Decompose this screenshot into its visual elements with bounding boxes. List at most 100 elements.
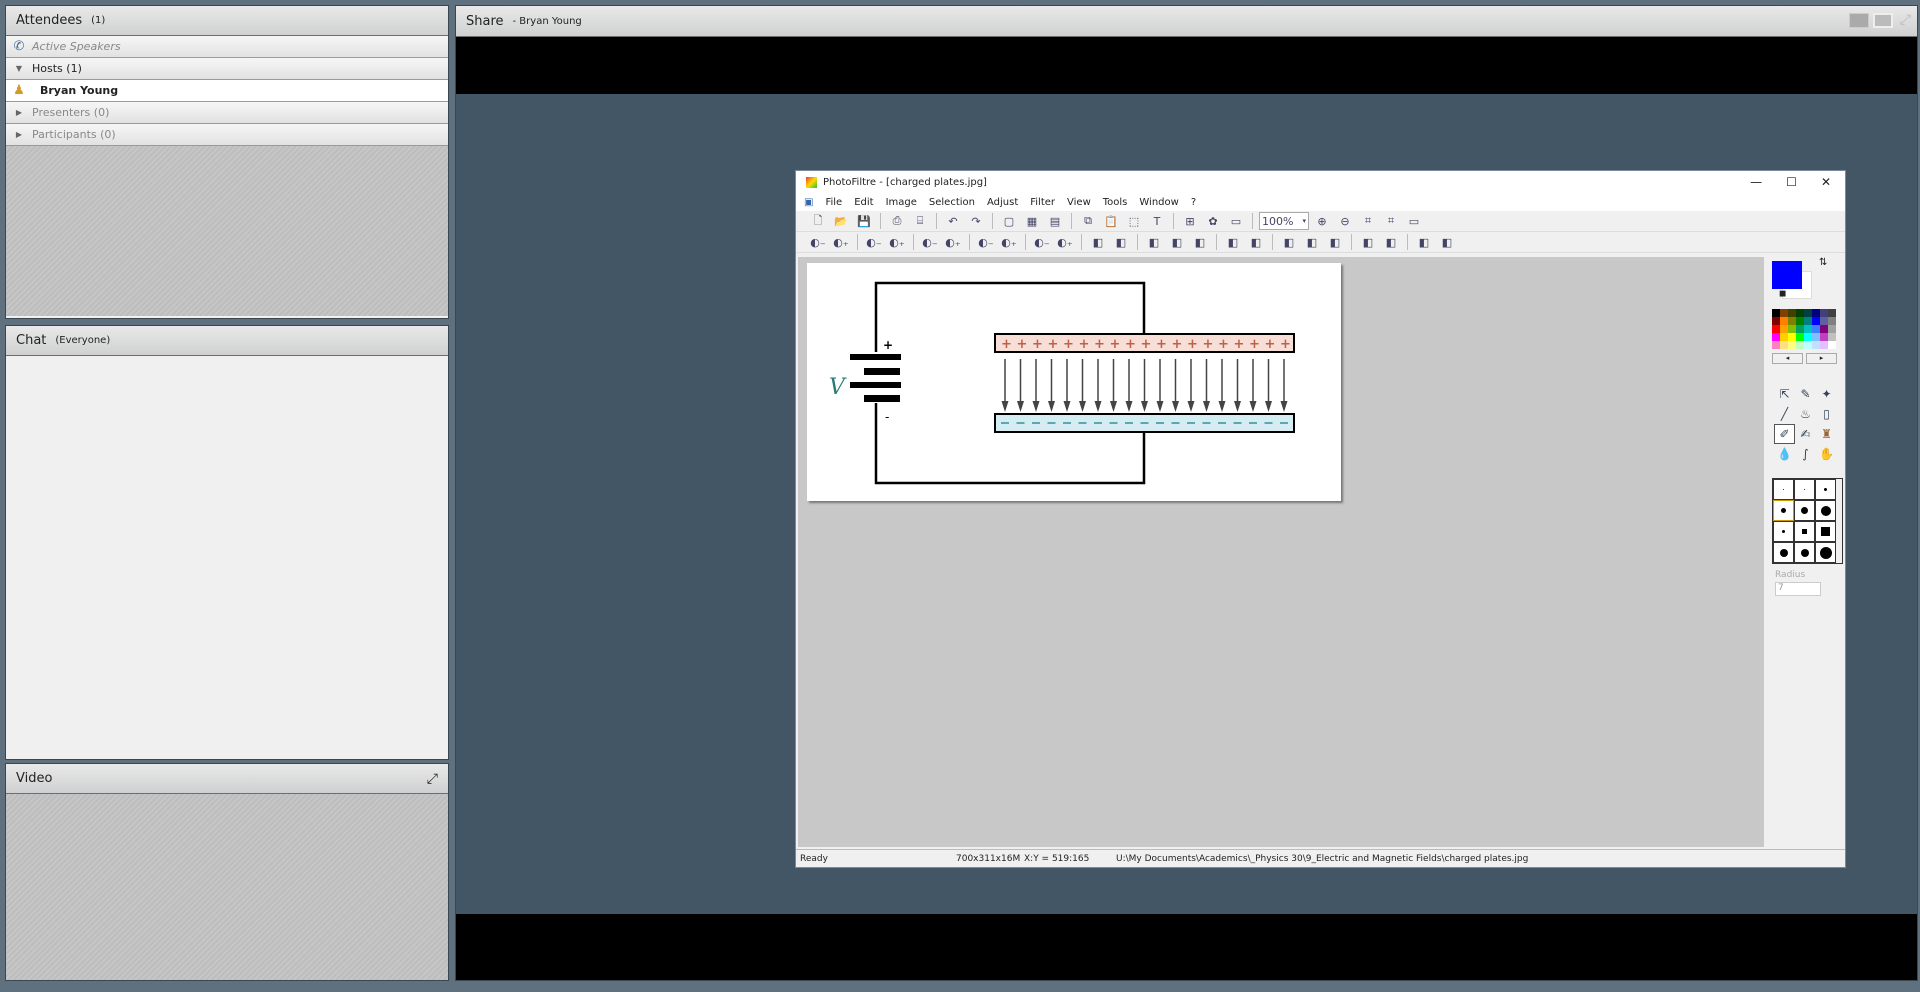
open-icon[interactable]: 📂 bbox=[831, 212, 851, 230]
menu-file[interactable]: File bbox=[825, 197, 842, 208]
crop-icon[interactable]: ⬚ bbox=[1124, 212, 1144, 230]
participants-group[interactable]: ▶ Participants (0) bbox=[6, 124, 448, 146]
stamp-tool-icon[interactable]: ♜ bbox=[1816, 424, 1837, 444]
duplicate-icon[interactable]: ◧ bbox=[1414, 233, 1434, 251]
brush-size-option[interactable] bbox=[1815, 500, 1836, 521]
save-icon[interactable]: 💾 bbox=[854, 212, 874, 230]
menu-help[interactable]: ? bbox=[1191, 197, 1196, 208]
sharpen-icon[interactable]: ◧ bbox=[1190, 233, 1210, 251]
window-icon[interactable]: ▭ bbox=[1226, 212, 1246, 230]
gradient-icon[interactable]: ◧ bbox=[1279, 233, 1299, 251]
brush-size-option[interactable] bbox=[1794, 542, 1815, 563]
brush-tool-icon[interactable]: ✐ bbox=[1774, 424, 1795, 444]
advanced-brush-tool-icon[interactable]: ✍ bbox=[1795, 424, 1816, 444]
palette-color-swatch[interactable] bbox=[1796, 325, 1804, 333]
gamma-minus-icon[interactable]: ◐₋ bbox=[1032, 233, 1052, 251]
mask-icon[interactable]: ▢ bbox=[999, 212, 1019, 230]
actual-size-icon[interactable]: ⌗ bbox=[1381, 212, 1401, 230]
palette-color-swatch[interactable] bbox=[1772, 317, 1780, 325]
document-icon[interactable]: ▣ bbox=[804, 197, 813, 208]
smudge-tool-icon[interactable]: ∫ bbox=[1795, 444, 1816, 464]
menu-adjust[interactable]: Adjust bbox=[987, 197, 1018, 208]
palette-color-swatch[interactable] bbox=[1796, 309, 1804, 317]
zoom-select[interactable]: 100% ▾ bbox=[1259, 212, 1309, 230]
brightness-minus-icon[interactable]: ◐₋ bbox=[864, 233, 884, 251]
fullscreen-icon[interactable]: ⤢ bbox=[427, 771, 438, 787]
levels-minus-icon[interactable]: ◐₋ bbox=[808, 233, 828, 251]
palette-color-swatch[interactable] bbox=[1788, 309, 1796, 317]
palette-color-swatch[interactable] bbox=[1780, 333, 1788, 341]
palette-color-swatch[interactable] bbox=[1796, 341, 1804, 349]
palette-color-swatch[interactable] bbox=[1804, 309, 1812, 317]
reset-colors-icon[interactable]: ◼ bbox=[1779, 289, 1786, 299]
gamma-plus-icon[interactable]: ◐₊ bbox=[1055, 233, 1075, 251]
sepia-icon[interactable]: ◧ bbox=[1111, 233, 1131, 251]
palette-color-swatch[interactable] bbox=[1780, 317, 1788, 325]
image-canvas[interactable]: V + - + + + + + + + + + + + + + + + + + + + bbox=[807, 263, 1341, 501]
scan-icon[interactable]: ⌸ bbox=[910, 212, 930, 230]
palette-color-swatch[interactable] bbox=[1788, 341, 1796, 349]
brightness-plus-icon[interactable]: ◐₊ bbox=[887, 233, 907, 251]
slideshow-icon[interactable]: ▭ bbox=[1404, 212, 1424, 230]
menu-view[interactable]: View bbox=[1067, 197, 1091, 208]
fill-tool-icon[interactable]: ♨ bbox=[1795, 404, 1816, 424]
palette-color-swatch[interactable] bbox=[1820, 341, 1828, 349]
palette-color-swatch[interactable] bbox=[1796, 333, 1804, 341]
fit-icon[interactable]: ⌗ bbox=[1358, 212, 1378, 230]
chevron-down-icon[interactable]: ▾ bbox=[1302, 212, 1306, 230]
filter-icon[interactable]: ▤ bbox=[1045, 212, 1065, 230]
palette-color-swatch[interactable] bbox=[1812, 317, 1820, 325]
brush-size-option[interactable] bbox=[1815, 521, 1836, 542]
soften-icon[interactable]: ◧ bbox=[1223, 233, 1243, 251]
menu-window[interactable]: Window bbox=[1139, 197, 1178, 208]
palette-color-swatch[interactable] bbox=[1820, 309, 1828, 317]
expand-down-icon[interactable]: ▼ bbox=[6, 64, 32, 73]
palette-color-swatch[interactable] bbox=[1828, 317, 1836, 325]
primary-color-swatch[interactable] bbox=[1772, 261, 1802, 289]
brush-size-option[interactable] bbox=[1794, 500, 1815, 521]
menu-image[interactable]: Image bbox=[886, 197, 917, 208]
negative-icon[interactable]: ◧ bbox=[1088, 233, 1108, 251]
zoom-in-icon[interactable]: ⊕ bbox=[1312, 212, 1332, 230]
text-icon[interactable]: T bbox=[1147, 212, 1167, 230]
blur-icon[interactable]: ◧ bbox=[1167, 233, 1187, 251]
palette-color-swatch[interactable] bbox=[1828, 341, 1836, 349]
palette-color-swatch[interactable] bbox=[1828, 333, 1836, 341]
fullscreen-icon[interactable]: ⤢ bbox=[1900, 12, 1911, 28]
gradient2-icon[interactable]: ◧ bbox=[1302, 233, 1322, 251]
line-tool-icon[interactable]: ╱ bbox=[1774, 404, 1795, 424]
brush-size-option[interactable] bbox=[1794, 521, 1815, 542]
brush-size-option[interactable] bbox=[1815, 542, 1836, 563]
palette-color-swatch[interactable] bbox=[1772, 341, 1780, 349]
palette-color-swatch[interactable] bbox=[1812, 341, 1820, 349]
flip-icon[interactable]: ◧ bbox=[1144, 233, 1164, 251]
palette-color-swatch[interactable] bbox=[1780, 341, 1788, 349]
palette-color-swatch[interactable] bbox=[1788, 333, 1796, 341]
palette-color-swatch[interactable] bbox=[1796, 317, 1804, 325]
brush-size-option[interactable] bbox=[1815, 479, 1836, 500]
eyedropper-tool-icon[interactable]: ✎ bbox=[1795, 384, 1816, 404]
blur-drop-tool-icon[interactable]: 💧 bbox=[1774, 444, 1795, 464]
palette-color-swatch[interactable] bbox=[1804, 341, 1812, 349]
brush-size-option[interactable] bbox=[1773, 521, 1794, 542]
copy-icon[interactable]: ⧉ bbox=[1078, 212, 1098, 230]
palette-color-swatch[interactable] bbox=[1812, 325, 1820, 333]
radius-input[interactable]: 7 bbox=[1775, 582, 1821, 596]
palette-color-swatch[interactable] bbox=[1780, 309, 1788, 317]
menu-selection[interactable]: Selection bbox=[929, 197, 975, 208]
watercolor-icon[interactable]: ◧ bbox=[1325, 233, 1345, 251]
palette-color-swatch[interactable] bbox=[1804, 333, 1812, 341]
saturation-minus-icon[interactable]: ◐₋ bbox=[976, 233, 996, 251]
contrast-plus-icon[interactable]: ◐₊ bbox=[943, 233, 963, 251]
hand-tool-icon[interactable]: ✋ bbox=[1816, 444, 1837, 464]
layout-fit-icon[interactable] bbox=[1873, 13, 1893, 28]
palette-color-swatch[interactable] bbox=[1788, 317, 1796, 325]
close-button[interactable]: ✕ bbox=[1821, 175, 1831, 189]
layout-small-icon[interactable] bbox=[1849, 13, 1869, 28]
expand-right-icon[interactable]: ▶ bbox=[6, 108, 32, 117]
contrast-minus-icon[interactable]: ◐₋ bbox=[920, 233, 940, 251]
minimize-button[interactable]: — bbox=[1750, 175, 1762, 189]
magic-wand-tool-icon[interactable]: ✦ bbox=[1816, 384, 1837, 404]
palette-color-swatch[interactable] bbox=[1772, 325, 1780, 333]
palette-color-swatch[interactable] bbox=[1772, 309, 1780, 317]
